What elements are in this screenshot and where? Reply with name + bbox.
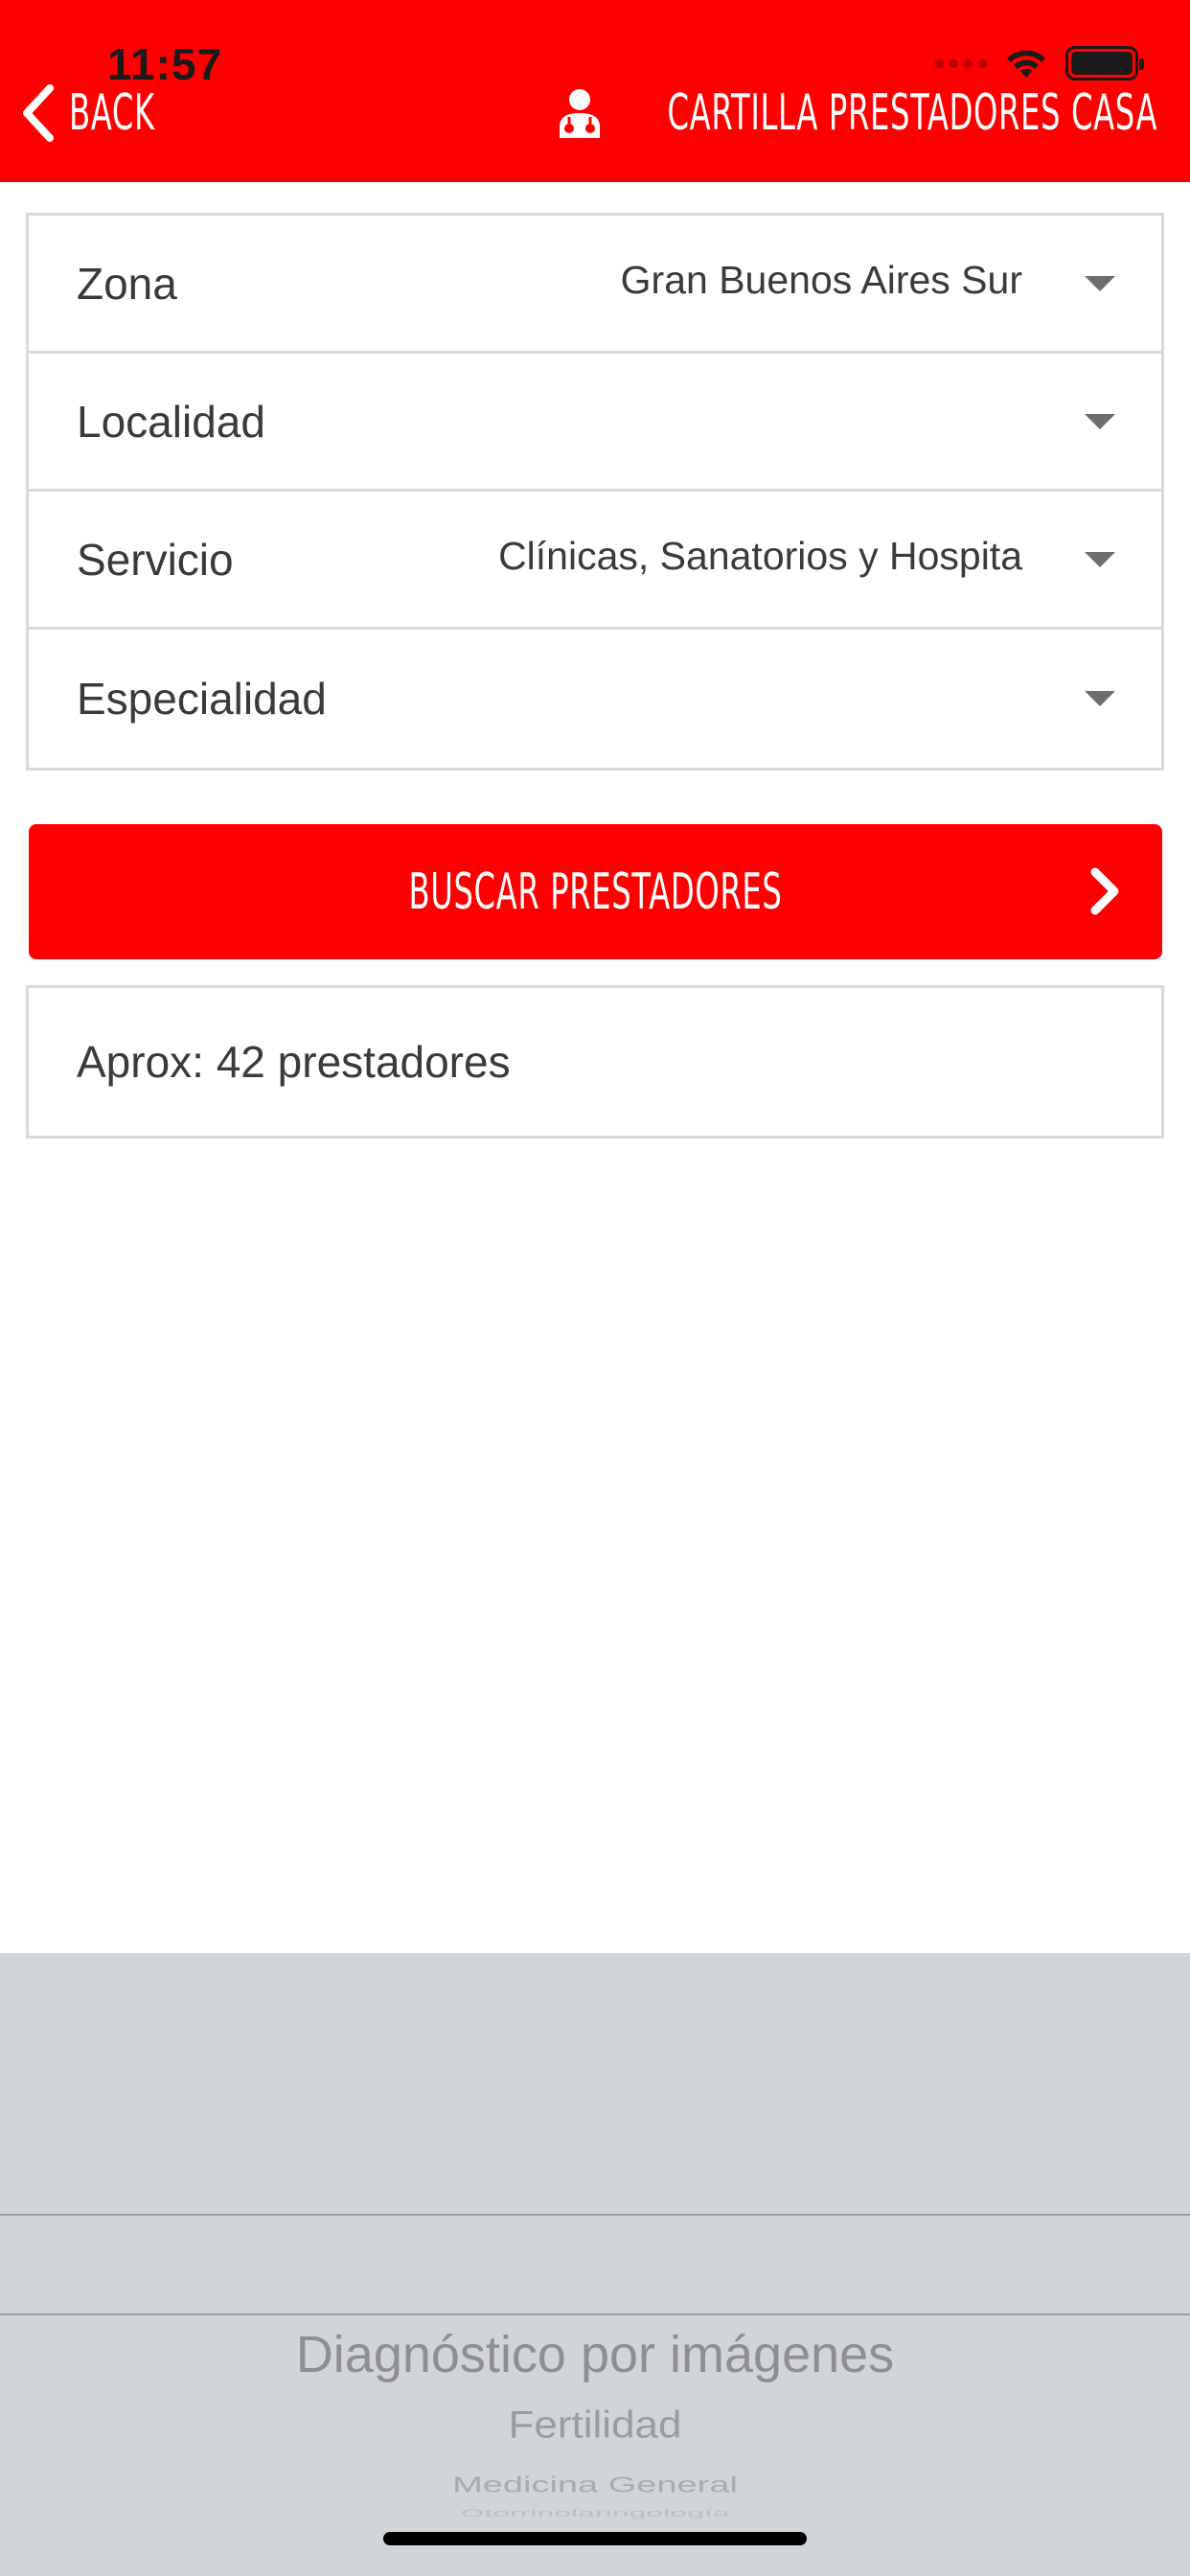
battery-icon: [1065, 46, 1144, 80]
result-count-box: Aprox: 42 prestadores: [26, 985, 1164, 1138]
filter-localidad[interactable]: Localidad: [29, 354, 1161, 492]
home-indicator[interactable]: [383, 2532, 807, 2545]
search-button-label: BUSCAR PRESTADORES: [408, 862, 783, 921]
caret-down-icon: [1085, 691, 1115, 706]
filter-label: Especialidad: [77, 674, 327, 724]
status-icons: [935, 46, 1144, 80]
picker-divider: [0, 2313, 1190, 2315]
picker-item[interactable]: Diagnóstico por imágenes: [0, 2325, 1190, 2384]
filter-label: Localidad: [77, 396, 265, 447]
back-label: BACK: [69, 84, 155, 142]
filter-value: Gran Buenos Aires Sur: [620, 258, 1022, 302]
filter-value: Clínicas, Sanatorios y Hospita: [498, 534, 1022, 578]
caret-down-icon: [1085, 275, 1115, 291]
picker-item[interactable]: Medicina General: [0, 2473, 1190, 2498]
filter-label: Servicio: [77, 534, 234, 585]
wifi-icon: [1007, 50, 1045, 78]
caret-down-icon: [1085, 551, 1115, 567]
filter-zona[interactable]: Zona Gran Buenos Aires Sur: [29, 216, 1161, 354]
picker-divider: [0, 2214, 1190, 2216]
caret-down-icon: [1085, 413, 1115, 429]
result-count: Aprox: 42 prestadores: [77, 1037, 511, 1087]
page-title: CARTILLA PRESTADORES CASA: [667, 84, 1157, 142]
picker-item[interactable]: Fertilidad: [0, 2404, 1190, 2448]
picker-item[interactable]: Otorrinolaringología: [0, 2507, 1190, 2519]
filter-servicio[interactable]: Servicio Clínicas, Sanatorios y Hospita: [29, 492, 1161, 630]
search-providers-button[interactable]: BUSCAR PRESTADORES: [29, 824, 1162, 959]
chevron-right-icon: [1090, 867, 1119, 915]
filter-list: Zona Gran Buenos Aires Sur Localidad Ser…: [26, 213, 1164, 770]
back-button[interactable]: BACK: [21, 84, 208, 142]
chevron-left-icon: [23, 84, 54, 142]
cellular-signal-icon: [935, 58, 987, 68]
especialidad-picker[interactable]: Diagnóstico por imágenes Fertilidad Medi…: [0, 1953, 1190, 2576]
doctor-icon: [560, 89, 600, 138]
nav-header: 11:57 BACK CARTILLA PRESTADORES CASA: [0, 0, 1190, 182]
status-time: 11:57: [107, 39, 223, 89]
page-title-group: CARTILLA PRESTADORES CASA: [556, 84, 1157, 142]
filter-especialidad[interactable]: Especialidad: [29, 630, 1161, 768]
filter-label: Zona: [77, 258, 177, 309]
